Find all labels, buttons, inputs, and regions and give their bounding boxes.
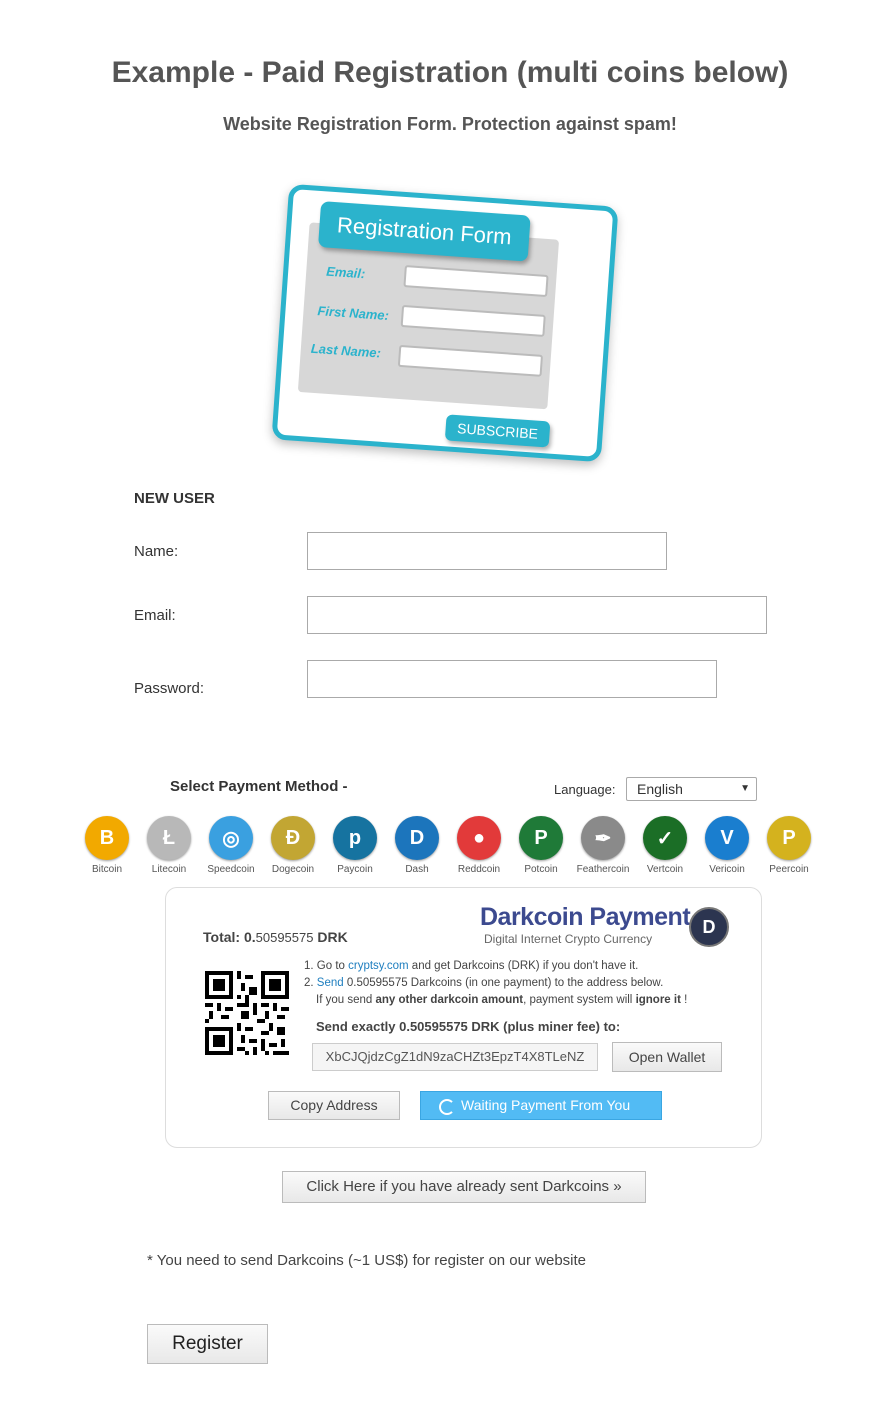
page-subtitle: Website Registration Form. Protection ag… xyxy=(223,114,677,134)
darkcoin-tagline: Digital Internet Crypto Currency xyxy=(484,932,653,946)
coin-label: Dash xyxy=(405,864,429,875)
step-2-suffix: 0.50595575 Darkcoins (in one payment) to… xyxy=(343,977,664,989)
total-number: 50595575 xyxy=(255,930,314,945)
coin-label: Paycoin xyxy=(337,864,373,875)
password-label: Password: xyxy=(134,680,205,697)
send-exact-text: Send exactly 0.50595575 DRK (plus miner … xyxy=(316,1019,621,1034)
feathercoin-icon: ✒ xyxy=(581,816,625,860)
coin-label: Speedcoin xyxy=(207,864,255,875)
step-2: 2. Send 0.50595575 Darkcoins (in one pay… xyxy=(304,975,687,992)
illustration-card: Registration Form Email: First Name: Las… xyxy=(271,183,619,463)
illustration-inner-panel: Registration Form Email: First Name: Las… xyxy=(297,201,560,448)
total-unit: DRK xyxy=(313,929,348,945)
paycoin-icon: p xyxy=(333,816,377,860)
dogecoin-icon: Ð xyxy=(271,816,315,860)
illustration-last-field xyxy=(397,344,544,377)
cryptsy-link[interactable]: cryptsy.com xyxy=(348,960,409,972)
coin-label: Dogecoin xyxy=(271,864,315,875)
warning-a: If you send xyxy=(316,994,376,1006)
already-sent-button[interactable]: Click Here if you have already sent Dark… xyxy=(282,1171,646,1203)
illustration-email-label: Email: xyxy=(325,263,366,282)
coin-speedcoin[interactable]: ◎ Speedcoin xyxy=(200,816,262,875)
copy-address-button[interactable]: Copy Address xyxy=(268,1091,400,1120)
dash-icon: D xyxy=(395,816,439,860)
chevron-down-icon: ▼ xyxy=(740,783,750,794)
coin-vertcoin[interactable]: ✓ Vertcoin xyxy=(634,816,696,875)
vericoin-icon: V xyxy=(705,816,749,860)
warning-c: , payment system will xyxy=(523,994,636,1006)
language-label: Language: xyxy=(554,782,616,797)
coin-litecoin[interactable]: Ł Litecoin xyxy=(138,816,200,875)
vertcoin-icon: ✓ xyxy=(643,816,687,860)
name-input[interactable] xyxy=(307,532,667,570)
spinner-icon xyxy=(439,1099,455,1115)
coin-dogecoin[interactable]: Ð Dogecoin xyxy=(262,816,324,875)
peercoin-icon: P xyxy=(767,816,811,860)
illustration-tab: Registration Form xyxy=(317,201,531,262)
step-warning: If you send any other darkcoin amount, p… xyxy=(304,992,687,1009)
page-title: Example - Paid Registration (multi coins… xyxy=(111,56,789,89)
email-label: Email: xyxy=(134,607,176,624)
litecoin-icon: Ł xyxy=(147,816,191,860)
wallet-address-field[interactable]: XbCJQjdzCgZ1dN9zaCHZt3EpzT4X8TLeNZ xyxy=(312,1043,598,1071)
waiting-payment-button[interactable]: Waiting Payment From You xyxy=(420,1091,662,1120)
coin-peercoin[interactable]: P Peercoin xyxy=(758,816,820,875)
coin-paycoin[interactable]: p Paycoin xyxy=(324,816,386,875)
qr-code-icon xyxy=(205,971,289,1055)
name-label: Name: xyxy=(134,543,179,560)
waiting-label: Waiting Payment From You xyxy=(461,1097,631,1113)
coin-dash[interactable]: D Dash xyxy=(386,816,448,875)
coin-label: Potcoin xyxy=(524,864,558,875)
illustration-subscribe-button: SUBSCRIBE xyxy=(444,414,551,448)
coin-label: Feathercoin xyxy=(576,864,630,875)
illustration-first-label: First Name: xyxy=(317,303,390,324)
warning-e: ! xyxy=(680,994,688,1006)
potcoin-icon: P xyxy=(519,816,563,860)
step-1-prefix: 1. Go to xyxy=(304,960,349,972)
new-user-heading: NEW USER xyxy=(134,490,215,507)
illustration-email-field xyxy=(403,265,549,298)
coin-label: Vericoin xyxy=(709,864,745,875)
coin-feathercoin[interactable]: ✒ Feathercoin xyxy=(572,816,634,875)
total-label: Total: 0. xyxy=(203,929,256,945)
darkcoin-payment-logo: Darkcoin Payment xyxy=(480,903,691,931)
coin-label: Bitcoin xyxy=(91,864,122,875)
coin-reddcoin[interactable]: ● Reddcoin xyxy=(448,816,510,875)
payment-steps: 1. Go to cryptsy.com and get Darkcoins (… xyxy=(304,958,687,1009)
coin-label: Reddcoin xyxy=(457,864,501,875)
language-select-value: English xyxy=(637,781,683,797)
open-wallet-button[interactable]: Open Wallet xyxy=(612,1042,722,1072)
payment-total: Total: 0.50595575 DRK xyxy=(203,929,348,945)
coin-vericoin[interactable]: V Vericoin xyxy=(696,816,758,875)
coin-label: Vertcoin xyxy=(646,864,684,875)
speedcoin-icon: ◎ xyxy=(209,816,253,860)
coin-potcoin[interactable]: P Potcoin xyxy=(510,816,572,875)
step-2-prefix: 2. xyxy=(304,977,317,989)
warning-d: ignore it xyxy=(635,994,681,1006)
language-select[interactable]: English ▼ xyxy=(626,777,757,801)
bitcoin-icon: B xyxy=(85,816,129,860)
send-link[interactable]: Send xyxy=(317,977,344,989)
reddcoin-icon: ● xyxy=(457,816,501,860)
darkcoin-logo-icon: D xyxy=(689,907,729,947)
illustration-first-field xyxy=(400,304,546,337)
payment-method-label: Select Payment Method - xyxy=(170,778,348,795)
register-button[interactable]: Register xyxy=(147,1324,268,1364)
step-1: 1. Go to cryptsy.com and get Darkcoins (… xyxy=(304,958,687,975)
coin-label: Litecoin xyxy=(151,864,187,875)
illustration-last-label: Last Name: xyxy=(310,340,382,361)
step-1-suffix: and get Darkcoins (DRK) if you don't hav… xyxy=(408,960,639,972)
coin-label: Peercoin xyxy=(769,864,809,875)
warning-b: any other darkcoin amount xyxy=(375,994,524,1006)
email-input[interactable] xyxy=(307,596,767,634)
coin-bitcoin[interactable]: B Bitcoin xyxy=(76,816,138,875)
footer-note: * You need to send Darkcoins (~1 US$) fo… xyxy=(147,1252,586,1269)
registration-form-illustration: Registration Form Email: First Name: Las… xyxy=(271,183,619,463)
password-input[interactable] xyxy=(307,660,717,698)
